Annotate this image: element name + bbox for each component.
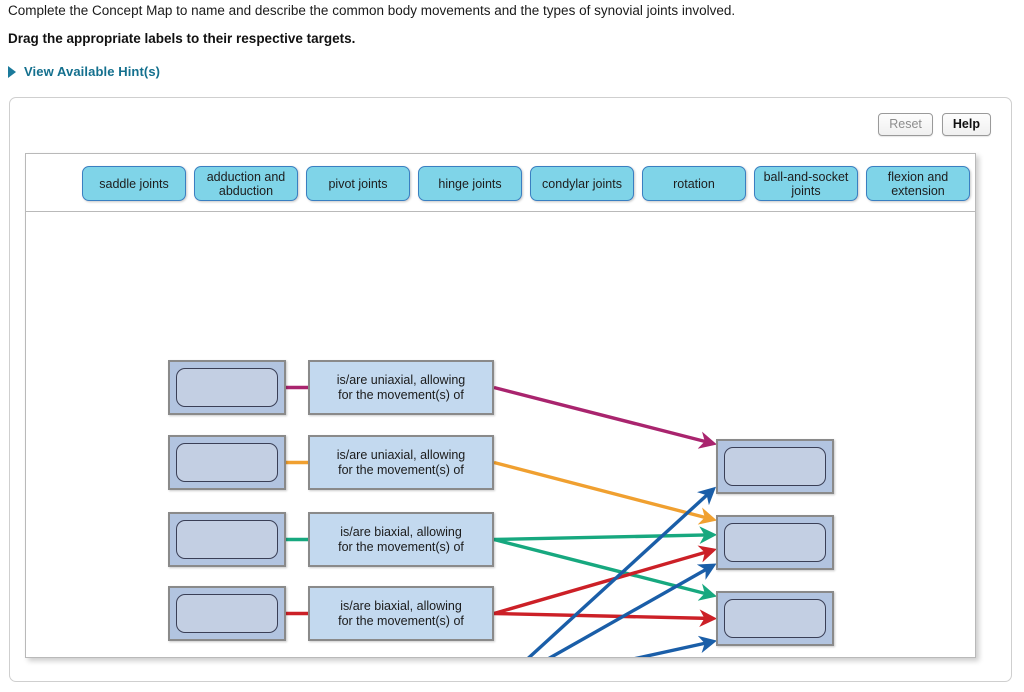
intro-text: Complete the Concept Map to name and des…: [8, 3, 736, 18]
desc-4: is/are biaxial, allowing for the movemen…: [308, 586, 494, 641]
movement-target-1[interactable]: [716, 439, 834, 494]
label-bank: saddle joints adduction and abduction pivot…: [26, 154, 975, 212]
drop-slot[interactable]: [724, 599, 826, 638]
movement-target-2[interactable]: [716, 515, 834, 570]
connector-arrow: [493, 526, 718, 544]
triangle-right-icon: [8, 65, 16, 78]
help-button[interactable]: Help: [941, 113, 991, 136]
joint-target-4[interactable]: [168, 586, 286, 641]
drop-slot[interactable]: [176, 443, 278, 482]
connector-arrow: [634, 635, 717, 657]
connector-arrow: [547, 563, 717, 657]
joint-target-1[interactable]: [168, 360, 286, 415]
instruction-text: Drag the appropriate labels to their res…: [8, 31, 356, 46]
desc-3: is/are biaxial, allowing for the movemen…: [308, 512, 494, 567]
activity-page: Complete the Concept Map to name and des…: [0, 0, 1024, 692]
connector-arrow: [527, 486, 717, 657]
concept-map-canvas: is/are uniaxial, allowing for the moveme…: [26, 212, 975, 657]
label-chip-rotation[interactable]: rotation: [642, 166, 746, 201]
desc-1: is/are uniaxial, allowing for the moveme…: [308, 360, 494, 415]
drop-slot[interactable]: [176, 520, 278, 559]
joint-target-3[interactable]: [168, 512, 286, 567]
reset-button[interactable]: Reset: [878, 113, 933, 136]
label-chip-adduction-abduction[interactable]: adduction and abduction: [194, 166, 298, 201]
concept-map-panel: saddle joints adduction and abduction pivot…: [25, 153, 976, 658]
connector-arrow: [493, 545, 717, 616]
connector-arrow: [493, 537, 717, 601]
label-chip-ball-and-socket[interactable]: ball-and-socket joints: [754, 166, 858, 201]
movement-target-3[interactable]: [716, 591, 834, 646]
connector-arrow: [493, 609, 718, 628]
connector-arrow: [493, 460, 717, 525]
desc-2: is/are uniaxial, allowing for the moveme…: [308, 435, 494, 490]
connector-arrow: [493, 385, 717, 449]
label-chip-pivot-joints[interactable]: pivot joints: [306, 166, 410, 201]
label-chip-saddle-joints[interactable]: saddle joints: [82, 166, 186, 201]
joint-target-2[interactable]: [168, 435, 286, 490]
label-chip-hinge-joints[interactable]: hinge joints: [418, 166, 522, 201]
view-hints-label: View Available Hint(s): [24, 64, 161, 79]
drop-slot[interactable]: [176, 594, 278, 633]
drop-slot[interactable]: [176, 368, 278, 407]
view-hints-toggle[interactable]: View Available Hint(s): [8, 64, 160, 79]
activity-toolbar: Reset Help: [878, 113, 991, 136]
label-chip-condylar-joints[interactable]: condylar joints: [530, 166, 634, 201]
label-chip-flexion-extension[interactable]: flexion and extension: [866, 166, 970, 201]
drop-slot[interactable]: [724, 447, 826, 486]
activity-container: Reset Help saddle joints adduction and abd…: [9, 97, 1012, 682]
drop-slot[interactable]: [724, 523, 826, 562]
